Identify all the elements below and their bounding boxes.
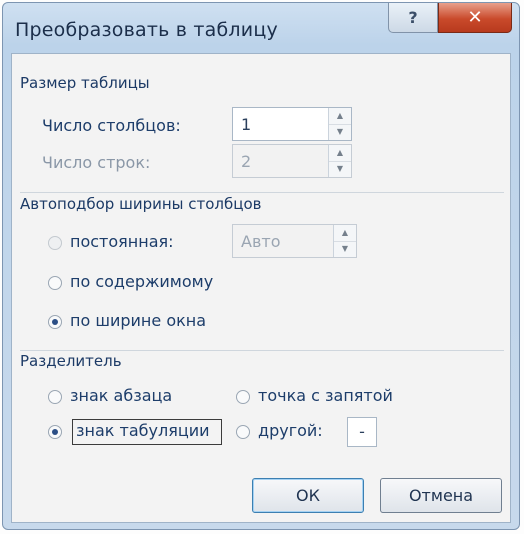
separator-semicolon-radio[interactable] [236, 390, 250, 404]
autofit-window-label: по ширине окна [70, 311, 207, 330]
fixed-width-spinner: Авто ▲ ▼ [232, 224, 357, 258]
separator-tab-radio[interactable] [48, 425, 62, 439]
spin-down-icon: ▼ [341, 244, 349, 253]
separator-other-input[interactable]: - [347, 417, 377, 447]
columns-label: Число столбцов: [42, 116, 181, 135]
separator-other-radio[interactable] [236, 425, 250, 439]
separator-tab-label: знак табуляции [76, 421, 210, 440]
separator-group-title: Разделитель [20, 352, 122, 370]
help-icon: ? [408, 8, 418, 27]
spin-up-icon: ▲ [329, 145, 351, 162]
dialog-body: Размер таблицы Число столбцов: 1 ▲ ▼ Чис… [11, 53, 511, 523]
columns-value: 1 [241, 115, 252, 134]
rows-spinner: 2 ▲ ▼ [232, 144, 352, 178]
separator-paragraph-label: знак абзаца [70, 386, 173, 405]
help-button[interactable]: ? [388, 3, 438, 33]
autofit-fixed-label: постоянная: [70, 232, 174, 251]
columns-spinner-arrows: ▲ ▼ [328, 108, 351, 140]
close-button[interactable]: ✕ [438, 3, 512, 33]
autofit-contents-label: по содержимому [70, 272, 214, 291]
autofit-window-radio[interactable] [48, 315, 62, 329]
convert-to-table-dialog: Преобразовать в таблицу ? ✕ Размер табли… [2, 2, 520, 530]
fixed-width-value: Авто [241, 232, 281, 251]
spin-down-icon[interactable]: ▼ [329, 124, 351, 140]
rows-value: 2 [241, 152, 252, 171]
separator-paragraph-radio[interactable] [48, 390, 62, 404]
autofit-contents-radio[interactable] [48, 276, 62, 290]
ok-button[interactable]: ОК [252, 478, 364, 513]
separator-semicolon-label: точка с запятой [258, 386, 393, 405]
table-size-group-title: Размер таблицы [20, 74, 150, 92]
fixed-width-spinner-arrows: ▲ ▼ [333, 225, 356, 257]
section-divider [20, 350, 504, 351]
spin-down-icon: ▼ [336, 164, 344, 173]
autofit-fixed-radio[interactable] [48, 236, 62, 250]
dialog-title: Преобразовать в таблицу [15, 19, 278, 41]
cancel-button[interactable]: Отмена [380, 478, 502, 513]
title-bar: Преобразовать в таблицу ? ✕ [3, 3, 519, 51]
close-icon: ✕ [467, 7, 483, 28]
spin-up-icon: ▲ [334, 225, 356, 242]
columns-spinner[interactable]: 1 ▲ ▼ [232, 107, 352, 141]
autofit-group-title: Автоподбор ширины столбцов [20, 195, 262, 213]
spin-up-icon[interactable]: ▲ [329, 108, 351, 125]
section-divider [20, 192, 504, 193]
rows-label: Число строк: [42, 153, 151, 172]
separator-other-label: другой: [258, 421, 323, 440]
rows-spinner-arrows: ▲ ▼ [328, 145, 351, 177]
